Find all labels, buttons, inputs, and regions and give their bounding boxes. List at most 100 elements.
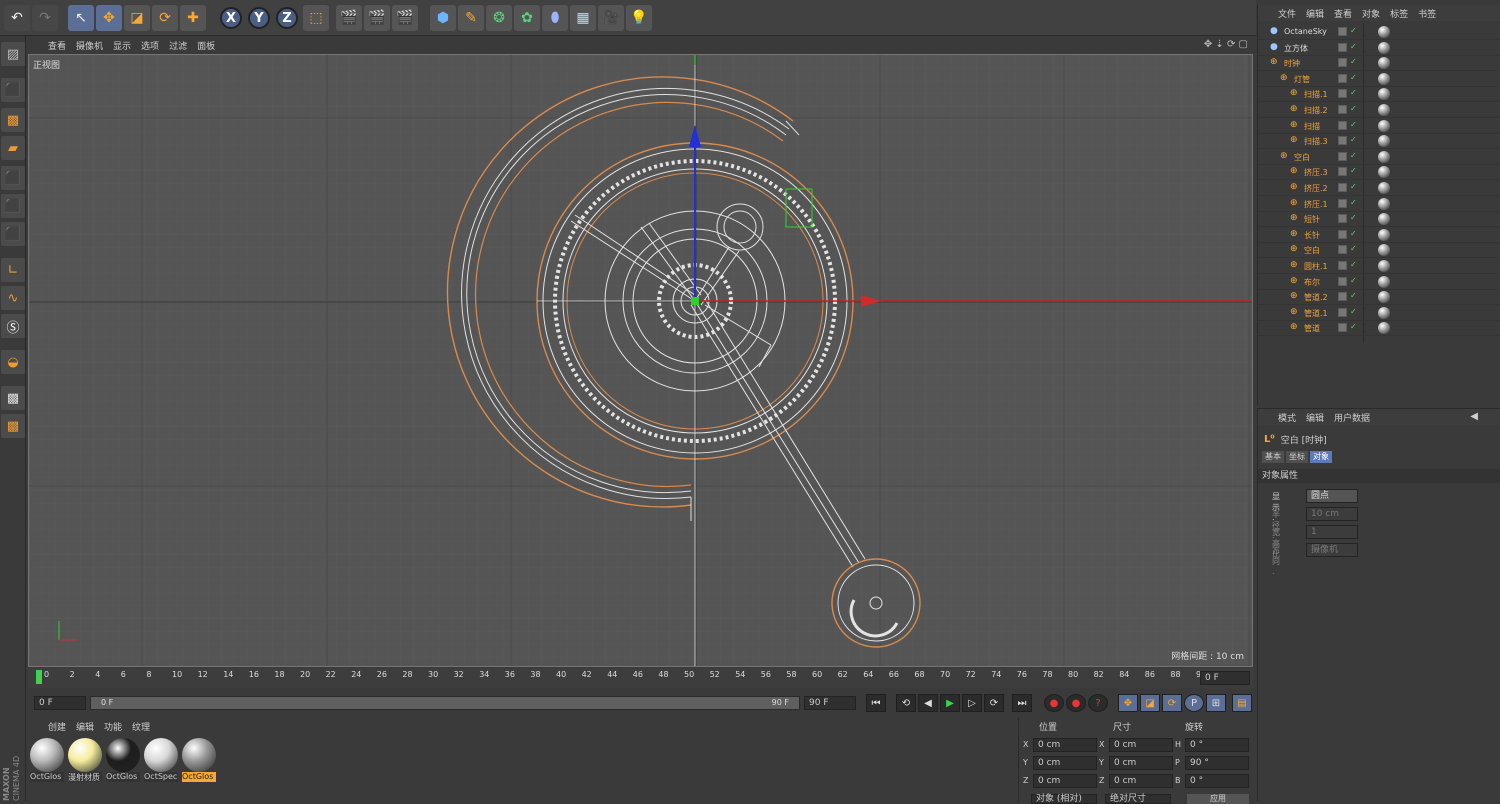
key-position-icon[interactable]: ✥	[1118, 694, 1138, 712]
object-row[interactable]: ⊕ 挤压.1 ✓	[1258, 197, 1500, 212]
viewport-nav-icons[interactable]: ✥ ⇣ ⟳ ▢	[1204, 39, 1248, 50]
am-menu-userdata[interactable]: 用户数据	[1334, 411, 1370, 424]
tab-basic[interactable]: 基本	[1262, 451, 1284, 463]
current-frame-field[interactable]: 0 F	[1200, 671, 1250, 685]
material-swatch[interactable]: OctGlos	[182, 738, 216, 784]
deformer-icon[interactable]: ⬮	[542, 5, 568, 31]
coordinate-system-icon[interactable]: ⬚	[303, 5, 329, 31]
object-icon[interactable]: ●	[1270, 26, 1278, 36]
position-field[interactable]: 0 cm	[1033, 774, 1097, 788]
group-expand-icon[interactable]: ⊕	[1290, 198, 1298, 208]
enabled-check-icon[interactable]: ✓	[1350, 151, 1357, 160]
visibility-toggle-icon[interactable]	[1338, 214, 1347, 224]
enabled-check-icon[interactable]: ✓	[1350, 229, 1357, 238]
subdivision-surface-icon[interactable]: ❂	[486, 5, 512, 31]
material-swatch[interactable]: 漫射材质	[68, 738, 102, 784]
object-name[interactable]: 时钟	[1284, 58, 1300, 69]
om-menu-view[interactable]: 查看	[1334, 7, 1352, 20]
material-tag-icon[interactable]	[1378, 260, 1390, 272]
object-row[interactable]: ⊕ 长针 ✓	[1258, 228, 1500, 243]
visibility-toggle-icon[interactable]	[1338, 151, 1347, 161]
go-to-start-icon[interactable]: ⏮	[866, 694, 886, 712]
coord-mode-select[interactable]: 对象 (相对)	[1031, 794, 1097, 804]
prop-value[interactable]: 1	[1306, 525, 1358, 539]
enabled-check-icon[interactable]: ✓	[1350, 57, 1357, 66]
timeline-ruler[interactable]: 0 2 4 6 8 10 12 14 16 18 20 22 24 26 28 30 32 34 36 38 40 42 4…	[28, 668, 1254, 688]
visibility-toggle-icon[interactable]	[1338, 261, 1347, 270]
timeline-playhead[interactable]	[36, 670, 42, 684]
material-swatch[interactable]: OctSpec	[144, 738, 178, 784]
render-settings-icon[interactable]: 🎬	[392, 5, 418, 31]
record-icon[interactable]: ●	[1044, 694, 1064, 712]
om-menu-bookmark[interactable]: 书签	[1418, 7, 1436, 20]
texture-mode-icon[interactable]: ▩	[1, 108, 25, 132]
auto-key-icon[interactable]: ●	[1066, 694, 1086, 712]
visibility-toggle-icon[interactable]	[1338, 73, 1347, 83]
material-tag-icon[interactable]	[1378, 119, 1390, 132]
object-row[interactable]: ⊕ 管道.2 ✓	[1258, 290, 1500, 306]
material-menu-texture[interactable]: 纹理	[132, 720, 150, 733]
object-row[interactable]: ⊕ 扫描.3 ✓	[1258, 134, 1500, 150]
object-row[interactable]: ⊕ 布尔 ✓	[1258, 275, 1500, 290]
visibility-toggle-icon[interactable]	[1338, 27, 1347, 36]
material-tag-icon[interactable]	[1378, 291, 1390, 304]
viewport-menu-view[interactable]: 查看	[48, 39, 66, 52]
om-menu-file[interactable]: 文件	[1278, 7, 1296, 20]
visibility-toggle-icon[interactable]	[1338, 307, 1347, 317]
position-field[interactable]: 0 cm	[1033, 756, 1097, 770]
edges-mode-icon[interactable]: ⬛	[1, 194, 25, 218]
object-name[interactable]: 挤压.1	[1304, 199, 1328, 210]
object-row[interactable]: ⊕ 挤压.3 ✓	[1258, 165, 1500, 181]
object-name[interactable]: 短针	[1304, 214, 1320, 225]
object-name[interactable]: 挤压.3	[1304, 167, 1328, 178]
visibility-toggle-icon[interactable]	[1338, 58, 1347, 68]
scale-tool-icon[interactable]: ◪	[124, 5, 150, 31]
material-tag-icon[interactable]	[1378, 104, 1390, 116]
material-tag-icon[interactable]	[1378, 197, 1390, 210]
camera-icon[interactable]: 🎥	[598, 5, 624, 31]
viewport-menu-options[interactable]: 选项	[141, 39, 159, 52]
enabled-check-icon[interactable]: ✓	[1350, 88, 1357, 97]
group-expand-icon[interactable]: ⊕	[1290, 135, 1298, 145]
previous-frame-icon[interactable]: ◀	[918, 694, 938, 712]
object-name[interactable]: 长针	[1304, 230, 1320, 241]
object-row[interactable]: ⊕ 扫描.1 ✓	[1258, 87, 1500, 103]
material-menu-edit[interactable]: 编辑	[76, 720, 94, 733]
object-row[interactable]: ⊕ 扫描 ✓	[1258, 119, 1500, 134]
next-key-icon[interactable]: ⟳	[984, 694, 1004, 712]
x-axis-lock-icon[interactable]: X	[220, 7, 242, 29]
object-name[interactable]: 扫描.1	[1304, 89, 1328, 100]
group-expand-icon[interactable]: ⊕	[1290, 88, 1298, 98]
back-arrow-icon[interactable]: ◀	[1470, 411, 1478, 422]
visibility-toggle-icon[interactable]	[1338, 167, 1347, 177]
polygons-mode-icon[interactable]: ⬛	[1, 222, 25, 246]
group-expand-icon[interactable]: ⊕	[1290, 213, 1298, 223]
make-editable-icon[interactable]: ▨	[1, 42, 25, 66]
rotation-field[interactable]: 90 °	[1185, 756, 1249, 770]
group-expand-icon[interactable]: ⊕	[1270, 57, 1278, 67]
material-tag-icon[interactable]	[1378, 150, 1390, 163]
om-menu-object[interactable]: 对象	[1362, 7, 1380, 20]
visibility-toggle-icon[interactable]	[1338, 105, 1347, 114]
visibility-toggle-icon[interactable]	[1338, 89, 1347, 99]
size-mode-select[interactable]: 绝对尺寸	[1105, 794, 1171, 804]
render-view-icon[interactable]: 🎬	[336, 5, 362, 31]
object-name[interactable]: 空白	[1294, 152, 1310, 163]
group-expand-icon[interactable]: ⊕	[1290, 260, 1298, 270]
object-row[interactable]: ⊕ 挤压.2 ✓	[1258, 181, 1500, 196]
enabled-check-icon[interactable]: ✓	[1350, 322, 1357, 331]
material-tag-icon[interactable]	[1378, 72, 1390, 85]
enabled-check-icon[interactable]: ✓	[1350, 182, 1357, 191]
key-scale-icon[interactable]: ◪	[1140, 694, 1160, 712]
visibility-toggle-icon[interactable]	[1338, 183, 1347, 192]
size-field[interactable]: 0 cm	[1109, 738, 1173, 752]
enabled-check-icon[interactable]: ✓	[1350, 198, 1357, 207]
y-axis-lock-icon[interactable]: Y	[248, 7, 270, 29]
key-rotation-icon[interactable]: ⟳	[1162, 694, 1182, 712]
material-tag-icon[interactable]	[1378, 182, 1390, 194]
material-tag-icon[interactable]	[1378, 166, 1390, 179]
viewport-menu-filter[interactable]: 过滤	[169, 39, 187, 52]
object-name[interactable]: 管道	[1304, 323, 1320, 334]
next-frame-icon[interactable]: ▷	[962, 694, 982, 712]
material-tag-icon[interactable]	[1378, 88, 1390, 101]
